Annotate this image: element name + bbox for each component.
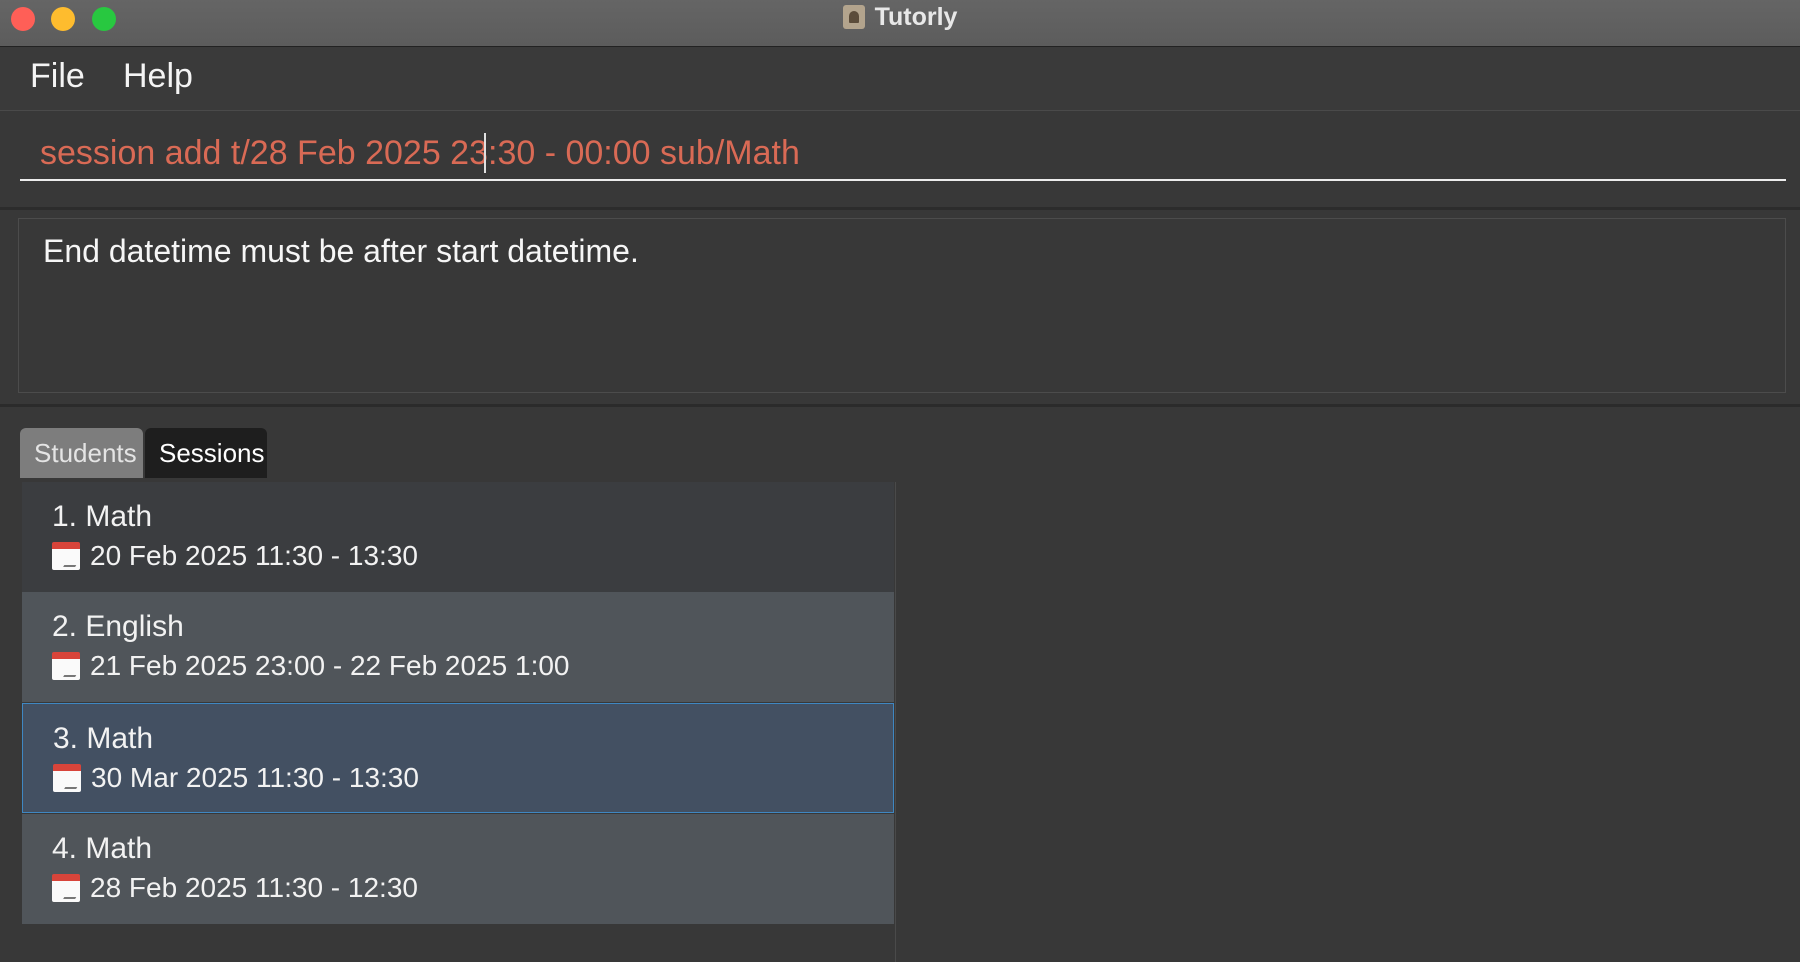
tab-sessions[interactable]: Sessions xyxy=(145,428,267,478)
session-item-4[interactable]: 4. Math 28 Feb 2025 11:30 - 12:30 xyxy=(22,814,894,924)
app-icon xyxy=(842,5,865,29)
session-datetime: 20 Feb 2025 11:30 - 13:30 xyxy=(52,540,418,572)
result-message: End datetime must be after start datetim… xyxy=(43,233,639,269)
window-titlebar: Tutorly xyxy=(0,0,1800,47)
window-title-group: Tutorly xyxy=(0,0,1800,34)
session-list: 1. Math 20 Feb 2025 11:30 - 13:30 2. Eng… xyxy=(20,482,896,962)
session-title: 1. Math xyxy=(52,500,153,533)
calendar-icon xyxy=(52,874,80,902)
session-item-2[interactable]: 2. English 21 Feb 2025 23:00 - 22 Feb 20… xyxy=(22,592,894,702)
session-title: 4. Math xyxy=(52,832,153,865)
session-datetime: 30 Mar 2025 11:30 - 13:30 xyxy=(53,762,419,794)
window-title: Tutorly xyxy=(874,2,958,31)
menu-help[interactable]: Help xyxy=(123,57,193,96)
session-datetime-text: 21 Feb 2025 23:00 - 22 Feb 2025 1:00 xyxy=(90,650,570,681)
session-datetime-text: 20 Feb 2025 11:30 - 13:30 xyxy=(90,540,418,571)
session-item-3[interactable]: 3. Math 30 Mar 2025 11:30 - 13:30 xyxy=(22,703,894,813)
tab-students[interactable]: Students xyxy=(20,428,143,478)
menu-file[interactable]: File xyxy=(30,57,85,96)
command-input[interactable]: session add t/28 Feb 2025 23:30 - 00:00 … xyxy=(20,125,1786,181)
result-display[interactable]: End datetime must be after start datetim… xyxy=(18,218,1786,393)
session-title: 3. Math xyxy=(53,722,154,755)
calendar-icon xyxy=(52,542,80,570)
calendar-icon xyxy=(52,652,80,680)
session-datetime: 28 Feb 2025 11:30 - 12:30 xyxy=(52,872,418,904)
panel-divider[interactable] xyxy=(0,404,1800,407)
session-datetime: 21 Feb 2025 23:00 - 22 Feb 2025 1:00 xyxy=(52,650,570,682)
command-input-text: session add t/28 Feb 2025 23:30 - 00:00 … xyxy=(40,134,800,172)
menu-bar: File Help xyxy=(0,47,1800,111)
session-title: 2. English xyxy=(52,610,184,643)
text-caret xyxy=(484,133,486,173)
session-item-1[interactable]: 1. Math 20 Feb 2025 11:30 - 13:30 xyxy=(22,482,894,592)
session-datetime-text: 28 Feb 2025 11:30 - 12:30 xyxy=(90,872,418,903)
session-datetime-text: 30 Mar 2025 11:30 - 13:30 xyxy=(91,762,419,793)
calendar-icon xyxy=(53,764,81,792)
command-area: session add t/28 Feb 2025 23:30 - 00:00 … xyxy=(0,111,1800,210)
